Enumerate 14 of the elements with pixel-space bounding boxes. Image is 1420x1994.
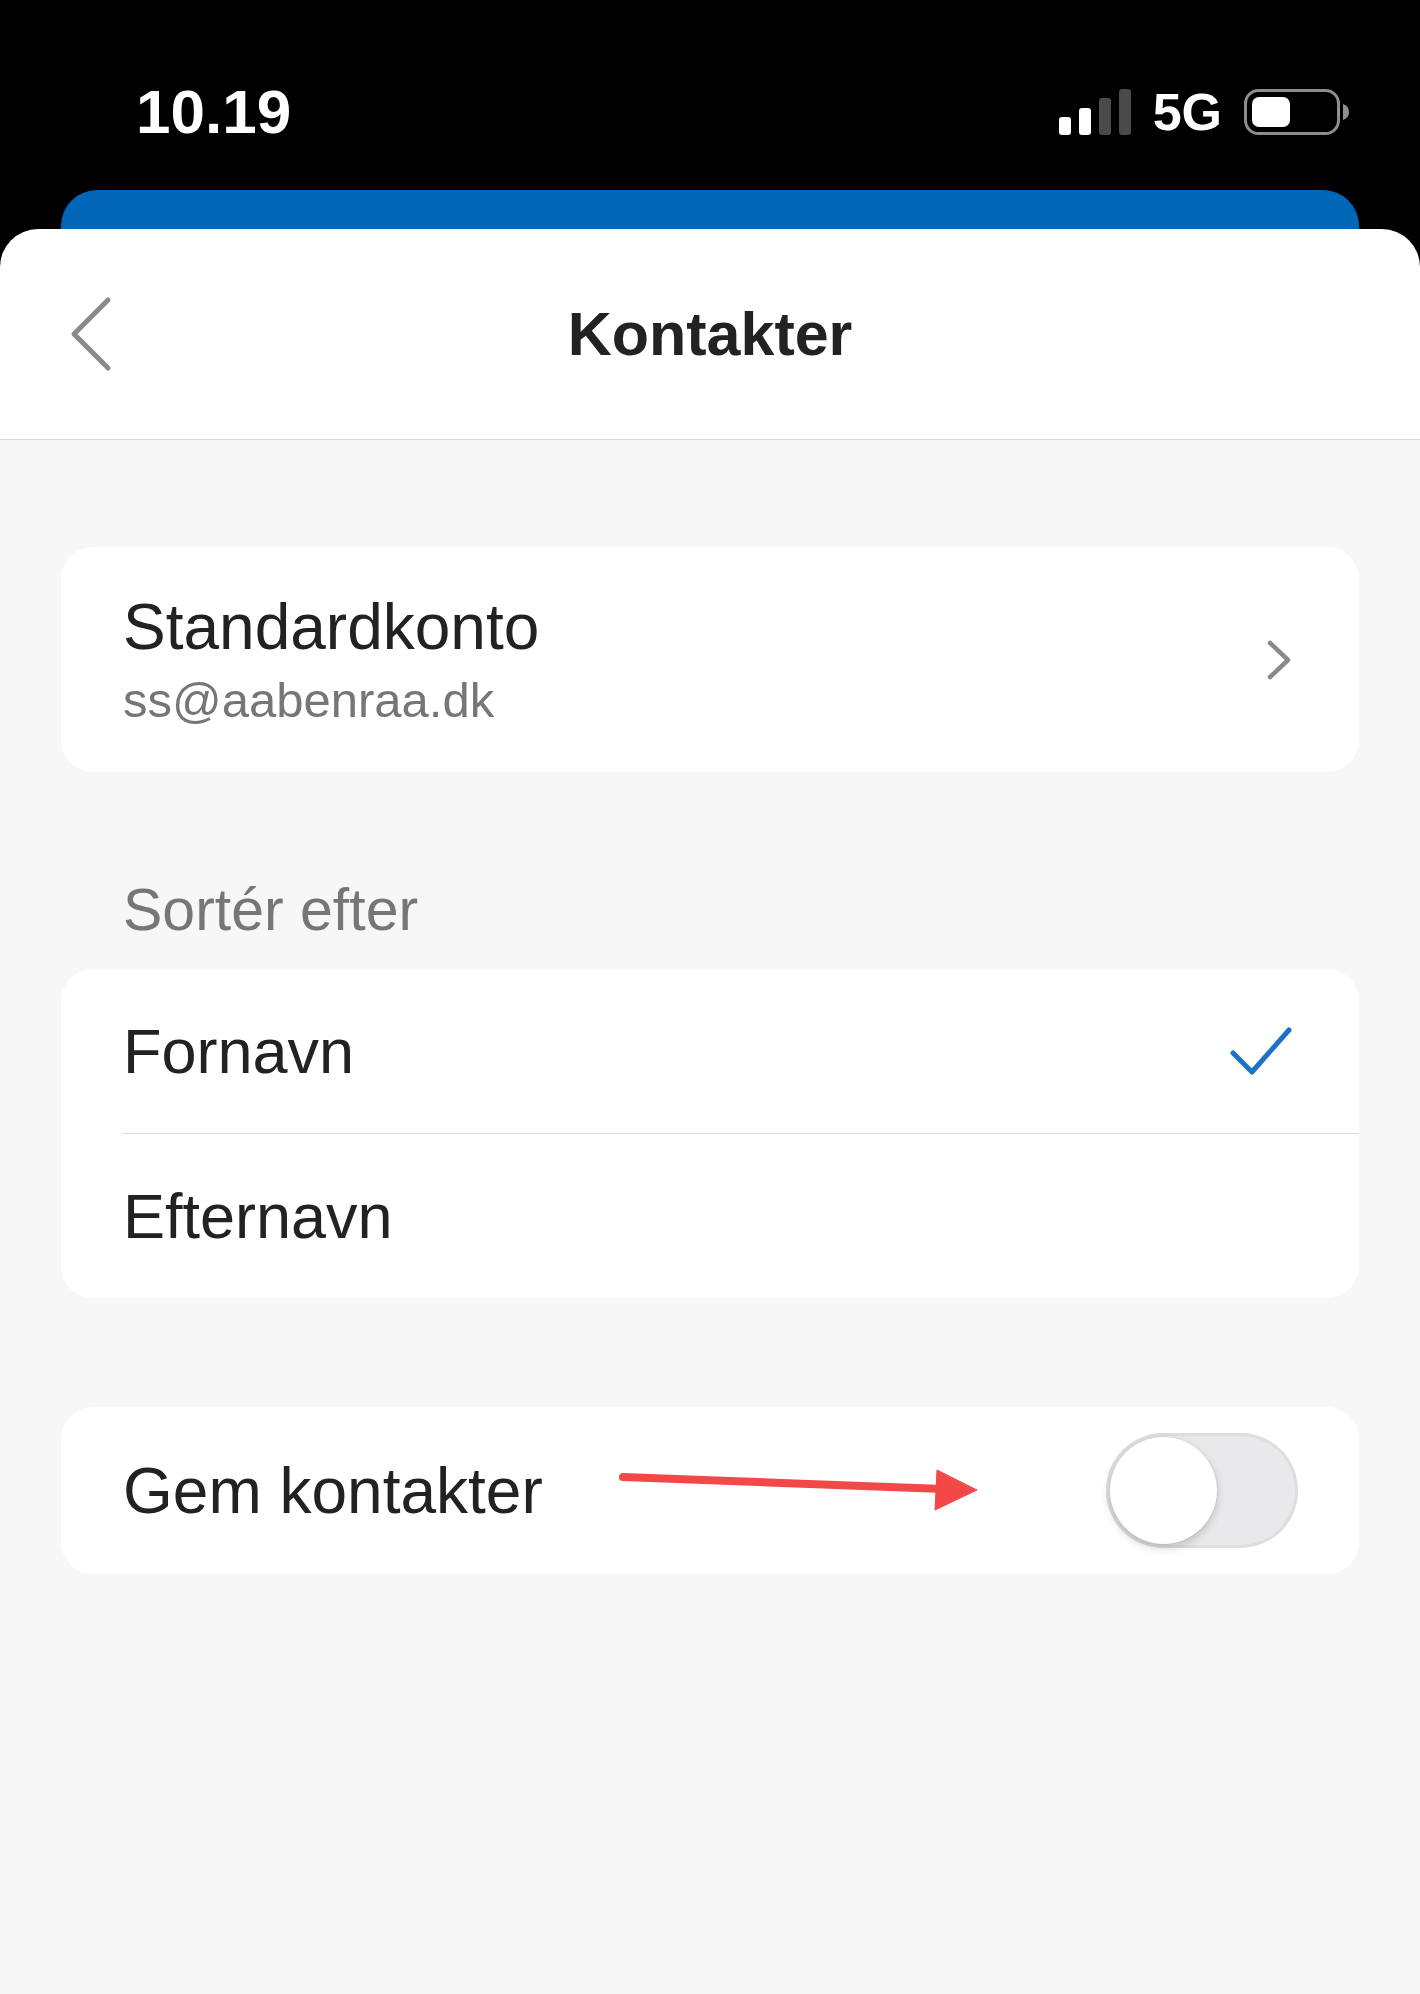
battery-icon: [1244, 89, 1350, 135]
setting-label: Gem kontakter: [123, 1453, 543, 1529]
screen-title: Kontakter: [567, 303, 853, 365]
network-label: 5G: [1152, 86, 1222, 138]
signal-icon: [1058, 89, 1131, 135]
sort-option[interactable]: Fornavn: [61, 969, 1359, 1133]
account-label: Standardkonto: [123, 589, 540, 665]
sort-option[interactable]: Efternavn: [61, 1134, 1359, 1298]
account-card[interactable]: Standardkonto ss@aabenraa.dk: [61, 547, 1359, 772]
chevron-left-icon[interactable]: [70, 296, 112, 372]
chevron-right-icon: [1266, 638, 1292, 681]
section-heading: Sortér efter: [123, 876, 419, 945]
account-email: ss@aabenraa.dk: [123, 671, 495, 729]
status-time: 10.19: [136, 81, 292, 143]
